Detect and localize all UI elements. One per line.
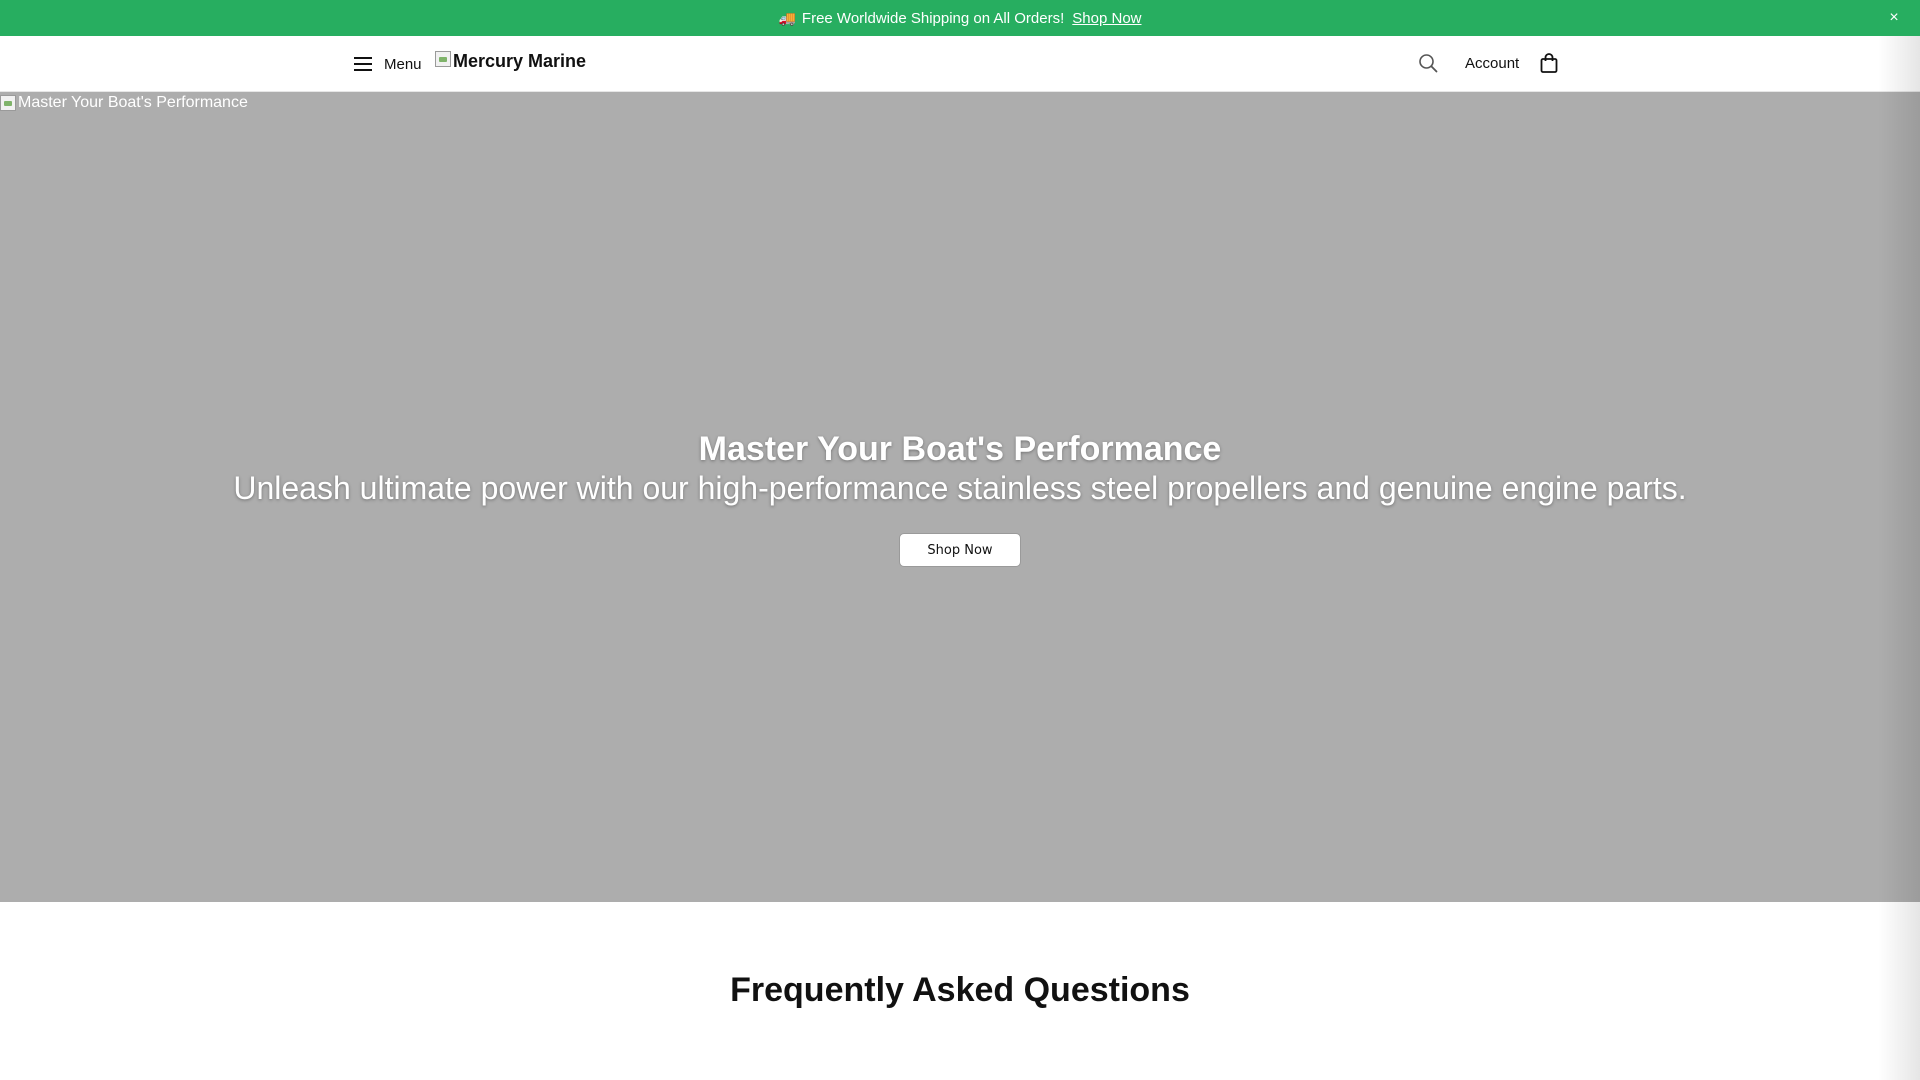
hamburger-icon [354,57,372,71]
close-icon[interactable]: × [1884,8,1904,28]
menu-button[interactable]: Menu [354,53,422,75]
hero-image-alt: Master Your Boat's Performance [0,94,248,112]
hero-image-alt-text: Master Your Boat's Performance [18,94,248,111]
cart-button[interactable] [1539,52,1561,74]
announcement-shop-now-link[interactable]: Shop Now [1072,10,1141,27]
search-icon [1419,54,1438,73]
announcement-bar: 🚚 Free Worldwide Shipping on All Orders!… [0,0,1920,36]
broken-image-icon [435,51,451,67]
search-button[interactable] [1418,53,1440,75]
logo-text: Mercury Marine [453,50,587,71]
site-logo[interactable]: Mercury Marine [435,48,586,74]
shopping-bag-icon [1540,53,1558,73]
hero-banner: Master Your Boat's Performance Master Yo… [0,92,1920,902]
announcement-text: Free Worldwide Shipping on All Orders! [801,9,1065,27]
hero-subtitle: Unleash ultimate power with our high-per… [233,470,1687,506]
faq-heading: Frequently Asked Questions [730,971,1190,1009]
menu-label: Menu [384,55,422,73]
truck-icon: 🚚 [778,9,796,26]
broken-image-icon [0,95,16,111]
hero-shop-now-button[interactable]: Shop Now [899,533,1021,567]
hero-title: Master Your Boat's Performance [698,430,1222,468]
site-header: Menu Mercury Marine Account [0,36,1920,92]
account-link[interactable]: Account [1465,55,1519,72]
